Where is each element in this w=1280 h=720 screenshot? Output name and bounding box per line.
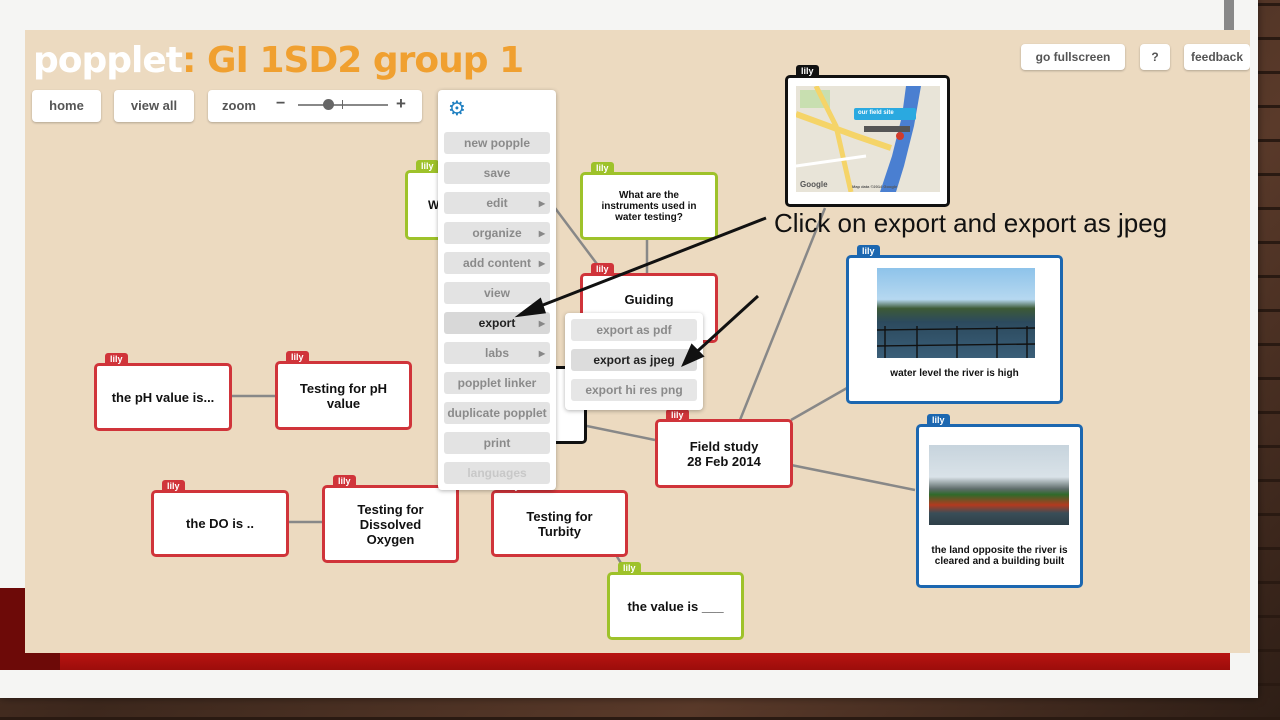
arrow-to-export-jpeg <box>688 294 760 360</box>
arrow-head-export <box>514 297 547 318</box>
instruction-annotation: Click on export and export as jpeg <box>774 208 1168 238</box>
annotation-arrows <box>514 216 767 367</box>
arrow-to-export <box>524 216 767 314</box>
presentation-slide: popplet: GI 1SD2 group 1 home view all z… <box>0 0 1258 698</box>
